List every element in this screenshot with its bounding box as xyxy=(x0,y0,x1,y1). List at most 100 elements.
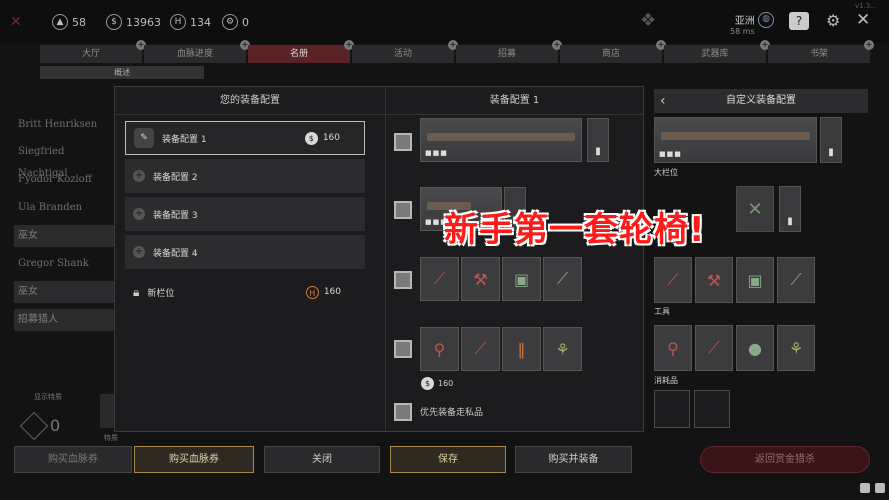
subtab[interactable] xyxy=(373,66,537,79)
settings-gear-icon[interactable]: ⚙ xyxy=(826,11,840,30)
roster-item[interactable]: Britt Henriksen xyxy=(14,114,114,136)
large-slot-checkbox[interactable] xyxy=(394,133,412,151)
tab-events[interactable]: 活动 + xyxy=(352,40,458,63)
custom-primary-ammo[interactable]: ▮ xyxy=(820,117,842,163)
tab-roster[interactable]: 名册 + xyxy=(248,40,354,63)
custom-consumable-1[interactable]: ⚲ xyxy=(654,325,692,371)
small-slot-checkbox[interactable] xyxy=(394,201,412,219)
buy-bloodline-dim-button[interactable]: 购买血脉券 xyxy=(14,446,132,473)
rank-icon: ▲ xyxy=(52,14,68,30)
empty-slot[interactable] xyxy=(654,390,690,428)
subtab[interactable] xyxy=(206,66,370,79)
bullet-icon: ▮ xyxy=(828,147,834,158)
tab-lobby[interactable]: 大厅 + xyxy=(40,40,146,63)
loadout-2[interactable]: + 装备配置 2 xyxy=(125,159,365,193)
buy-and-equip-button[interactable]: 购买并装备 xyxy=(515,446,632,473)
loadout-3[interactable]: + 装备配置 3 xyxy=(125,197,365,231)
tab-bloodline[interactable]: 血脉进度 + xyxy=(144,40,250,63)
herb-icon: ⚘ xyxy=(555,339,570,359)
tools-checkbox[interactable] xyxy=(394,271,412,289)
primary-ammo-slot[interactable]: ▮ xyxy=(587,118,609,162)
return-bounty-hunt-button[interactable]: 返回赏金猎杀 xyxy=(700,446,870,473)
primary-weapon-slot[interactable]: ■■■ xyxy=(420,118,582,162)
consumable-slot-3[interactable]: ∥ xyxy=(502,327,541,371)
tool-slot-4[interactable]: ⟋ xyxy=(543,257,582,301)
consumable-slot-4[interactable]: ⚘ xyxy=(543,327,582,371)
help-icon[interactable]: ? xyxy=(789,12,809,30)
bullet-icon: ▮ xyxy=(787,216,793,227)
subtab[interactable] xyxy=(539,66,703,79)
tab-recruit[interactable]: 招募 + xyxy=(456,40,562,63)
consumables-label: 消耗品 xyxy=(654,376,678,385)
tab-bookshelf[interactable]: 书架 + xyxy=(768,40,874,63)
consumables-checkbox[interactable] xyxy=(394,340,412,358)
tab-store[interactable]: 商店 + xyxy=(560,40,666,63)
your-loadouts-column: 您的装备配置 xyxy=(115,87,385,115)
custom-tool-4[interactable]: ⟋ xyxy=(777,257,815,303)
custom-consumable-4[interactable]: ⚘ xyxy=(777,325,815,371)
roster-item[interactable]: Fyodor Kozloff xyxy=(14,169,114,191)
loadout-4[interactable]: + 装备配置 4 xyxy=(125,235,365,269)
consumable-slot-1[interactable]: ⚲ xyxy=(420,327,459,371)
add-icon: + xyxy=(133,208,145,220)
rifle-icon xyxy=(661,132,810,140)
version-label: v1.3... xyxy=(855,2,877,10)
custom-tool-2[interactable]: ⚒ xyxy=(695,257,733,303)
syringe-icon: ⟋ xyxy=(708,338,720,357)
custom-consumable-2[interactable]: ⟋ xyxy=(695,325,733,371)
custom-secondary-ammo[interactable]: ▮ xyxy=(779,186,801,232)
globe-icon[interactable]: ◍ xyxy=(758,12,774,28)
close-button[interactable]: 关闭 xyxy=(264,446,380,473)
tool-slot-1[interactable]: ⟋ xyxy=(420,257,459,301)
back-chevron-icon[interactable]: ‹ xyxy=(660,89,666,113)
knife-icon: ⟋ xyxy=(433,269,446,288)
custom-loadout-header: ‹ 自定义装备配置 xyxy=(654,89,868,113)
grenade-icon: ● xyxy=(748,338,762,358)
roster-item[interactable]: Siegfried Nachtigal xyxy=(14,141,114,179)
bullet-icon: ▮ xyxy=(595,146,601,157)
custom-tool-3[interactable]: ▣ xyxy=(736,257,774,303)
subtab[interactable] xyxy=(706,66,870,79)
tool-slot-2[interactable]: ⚒ xyxy=(461,257,500,301)
notification-plus-icon: + xyxy=(864,40,874,50)
hunt-dollar-display: $ 13963 xyxy=(106,14,161,30)
trait-count: 0 xyxy=(50,416,61,435)
loadout-cost: 160 xyxy=(322,133,340,143)
crossed-weapons-icon[interactable]: ✕ xyxy=(736,186,774,232)
rifle-icon xyxy=(427,133,575,141)
loadout-dialog: 您的装备配置 装备配置 1 ✎ 装备配置 1 $160 + 装备配置 2 + 装… xyxy=(114,86,644,432)
custom-consumable-3[interactable]: ● xyxy=(736,325,774,371)
ammo-dots-icon: ■■■ xyxy=(425,149,448,157)
tool-slot-3[interactable]: ▣ xyxy=(502,257,541,301)
custom-tool-1[interactable]: ⟋ xyxy=(654,257,692,303)
roster-item[interactable]: Gregor Shank xyxy=(14,253,114,275)
loadout-detail-column: 装备配置 1 xyxy=(386,87,643,115)
tools-label: 工具 xyxy=(654,307,670,316)
loadout-detail-title: 装备配置 1 xyxy=(386,87,643,115)
priority-contraband-label: 优先装备走私品 xyxy=(420,408,484,418)
priority-contraband-checkbox[interactable] xyxy=(394,403,412,421)
empty-slot[interactable] xyxy=(694,390,730,428)
buy-bloodline-button[interactable]: 购买血脉券 xyxy=(134,446,254,473)
roster-item[interactable]: Ula Branden xyxy=(14,197,114,219)
emblem-icon: ❖ xyxy=(640,10,657,31)
hunt-dollar-icon: $ xyxy=(421,377,434,390)
custom-primary-slot[interactable]: ■■■ xyxy=(654,117,817,163)
show-traits-label[interactable]: 显示特质 xyxy=(34,392,62,402)
trait-slot[interactable] xyxy=(100,394,114,428)
dynamite-icon: ∥ xyxy=(517,339,526,359)
loadout-1[interactable]: ✎ 装备配置 1 $160 xyxy=(125,121,365,155)
tab-arsenal[interactable]: 武器库 + xyxy=(664,40,770,63)
consumable-slot-2[interactable]: ⟋ xyxy=(461,327,500,371)
new-slot[interactable]: 🔒︎ 新栏位 H 160 xyxy=(125,275,365,309)
recruit-hunter-item[interactable]: 招募猎人 xyxy=(14,309,114,331)
add-icon: + xyxy=(133,246,145,258)
region-label: 亚洲 xyxy=(734,16,755,27)
subtab-overview[interactable]: 概述 xyxy=(40,66,205,79)
info-icon xyxy=(875,483,885,493)
blood-bond-display: H 134 xyxy=(170,14,211,30)
close-icon[interactable]: ✕ xyxy=(856,10,870,30)
roster-item[interactable]: 巫女 xyxy=(14,225,114,247)
save-button[interactable]: 保存 xyxy=(390,446,506,473)
roster-item[interactable]: 巫女 xyxy=(14,281,114,303)
